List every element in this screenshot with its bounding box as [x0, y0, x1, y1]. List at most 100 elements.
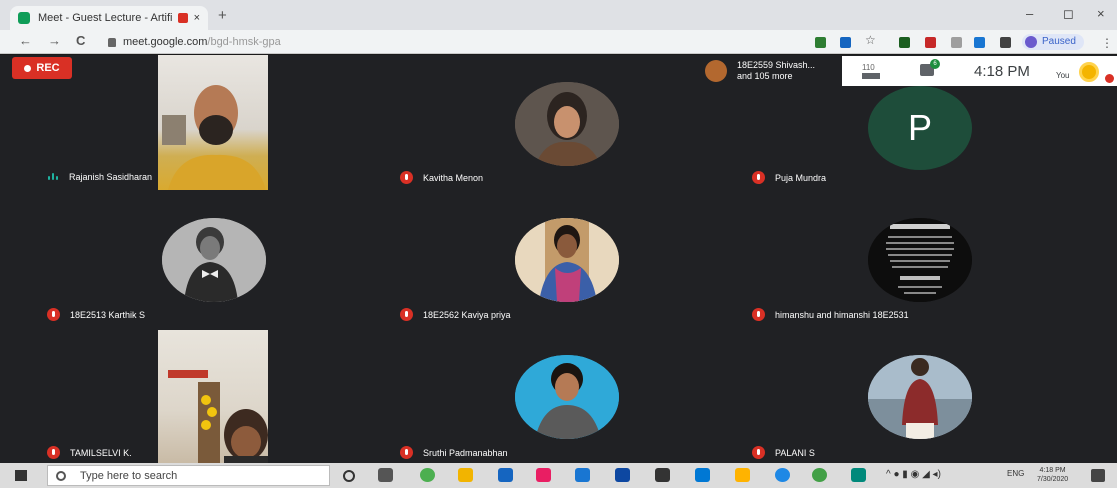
participant-avatar-sruthi[interactable] — [515, 355, 619, 439]
chat-badge: 6 — [930, 59, 940, 69]
task-view-icon[interactable] — [378, 468, 393, 482]
app-icon[interactable] — [536, 468, 551, 482]
extension-icon[interactable] — [840, 37, 851, 48]
viewer-line1: 18E2559 Shivash... — [737, 60, 816, 70]
clock-date: 7/30/2020 — [1037, 476, 1069, 483]
people-button[interactable]: 110 — [862, 63, 880, 82]
mic-off-icon — [47, 446, 60, 459]
tab-audio-icon[interactable] — [177, 13, 188, 23]
chrome-icon[interactable] — [420, 468, 435, 482]
mic-off-icon — [47, 308, 60, 321]
participant-name: Puja Mundra — [775, 172, 827, 183]
app-icon[interactable] — [775, 468, 790, 482]
participant-name: himanshu and himanshi 18E2531 — [775, 309, 909, 320]
taskbar-search-box[interactable]: Type here to search — [47, 465, 330, 486]
store-icon[interactable] — [575, 468, 590, 482]
mail-icon[interactable] — [615, 468, 630, 482]
tray-icons[interactable]: ^ ● ▮ ◉ ◢ ◂) — [886, 469, 941, 480]
participant-avatar-puja[interactable]: P — [868, 86, 972, 170]
extension-icon[interactable] — [951, 37, 962, 48]
whatsapp-icon[interactable] — [812, 468, 827, 482]
meet-top-right-bar: 110 6 4:18 PM You — [842, 56, 1117, 86]
taskbar-clock[interactable]: 4:18 PM 7/30/2020 — [1037, 466, 1068, 484]
recording-badge: REC — [12, 57, 72, 79]
people-icon — [862, 73, 880, 82]
avatar-initial: P — [907, 107, 932, 148]
star-icon[interactable]: ☆ — [865, 33, 876, 47]
file-explorer-icon[interactable] — [458, 468, 473, 482]
search-icon — [56, 470, 66, 481]
mic-off-icon — [752, 171, 765, 184]
participant-avatar-kaviya[interactable] — [515, 218, 619, 302]
extension-icon[interactable] — [815, 37, 826, 48]
input-language[interactable]: ENG — [1007, 469, 1024, 478]
avatar-photo — [515, 355, 619, 439]
app-icon[interactable] — [735, 468, 750, 482]
participant-video-tamilselvi[interactable] — [158, 330, 268, 463]
lock-icon — [108, 37, 116, 47]
tab-close-button[interactable]: × — [194, 12, 200, 24]
record-dot-icon — [24, 64, 32, 72]
participant-label: TAMILSELVI K. — [47, 446, 132, 459]
forward-arrow-icon[interactable]: → — [48, 33, 61, 48]
edge-icon[interactable] — [498, 468, 513, 482]
participant-name: Kavitha Menon — [423, 172, 484, 183]
notification-icon[interactable] — [1091, 469, 1105, 482]
participant-name: TAMILSELVI K. — [70, 447, 132, 458]
profile-paused-button[interactable]: Paused — [1022, 34, 1084, 50]
avatar — [705, 60, 727, 82]
extension-icon[interactable] — [899, 37, 910, 48]
tab-title: Meet - Guest Lecture - Artifi — [38, 12, 172, 24]
mic-off-icon — [752, 446, 765, 459]
screen: Meet - Guest Lecture - Artifi × + – ◻ × … — [0, 0, 1117, 488]
url-path: /bgd-hmsk-gpa — [207, 36, 281, 48]
minimize-button[interactable]: – — [1026, 6, 1033, 21]
app-icon[interactable] — [851, 468, 866, 482]
meet-clock: 4:18 PM — [974, 63, 1030, 80]
participant-avatar-karthik[interactable] — [162, 218, 266, 302]
meet-favicon-icon — [18, 12, 30, 24]
person-figure — [162, 85, 266, 190]
participant-video-rajanish[interactable] — [158, 55, 268, 190]
browser-tab-bar: Meet - Guest Lecture - Artifi × + – ◻ × — [0, 0, 1117, 30]
participant-name: Sruthi Padmanabhan — [423, 447, 508, 458]
participant-label: Rajanish Sasidharan — [47, 171, 152, 183]
browser-toolbar: ← → C meet.google.com /bgd-hmsk-gpa ☆ Pa… — [0, 30, 1117, 54]
rec-label: REC — [36, 62, 60, 74]
app-icon[interactable] — [695, 468, 710, 482]
self-mic-off-icon — [1105, 74, 1114, 83]
participant-avatar-himanshu[interactable] — [868, 218, 972, 302]
maximize-button[interactable]: ◻ — [1063, 6, 1074, 22]
cortana-icon[interactable] — [343, 470, 355, 482]
speaking-icon — [47, 171, 59, 183]
participant-avatar-palani[interactable] — [868, 355, 972, 439]
participant-label: Sruthi Padmanabhan — [400, 446, 508, 459]
participant-name: Rajanish Sasidharan — [69, 172, 153, 182]
participant-label: Kavitha Menon — [400, 171, 483, 184]
avatar-graphic — [868, 218, 972, 302]
mic-off-icon — [400, 171, 413, 184]
windows-taskbar: Type here to search ^ ● ▮ ◉ ◢ ◂) ENG 4:1… — [0, 463, 1117, 488]
participant-name: PALANI S — [775, 447, 815, 458]
participants-preview[interactable]: 18E2559 Shivash... and 105 more — [705, 58, 838, 84]
new-tab-button[interactable]: + — [218, 7, 227, 24]
menu-icon[interactable]: ⋮ — [1101, 36, 1113, 50]
reload-icon[interactable]: C — [76, 33, 85, 48]
window-close-button[interactable]: × — [1097, 6, 1105, 21]
self-avatar[interactable] — [1079, 62, 1099, 82]
avatar-photo — [162, 218, 266, 302]
participant-avatar-kavitha[interactable] — [515, 82, 619, 166]
people-count: 110 — [862, 63, 875, 72]
puzzle-icon[interactable] — [1000, 37, 1011, 48]
browser-tab[interactable]: Meet - Guest Lecture - Artifi × — [10, 6, 208, 30]
extension-icon[interactable] — [974, 37, 985, 48]
app-icon[interactable] — [655, 468, 670, 482]
windows-start-icon[interactable] — [15, 470, 27, 481]
viewer-line2: and 105 more — [737, 71, 793, 81]
address-bar[interactable]: meet.google.com /bgd-hmsk-gpa — [108, 33, 798, 51]
you-label: You — [1056, 71, 1070, 80]
participant-label: PALANI S — [752, 446, 815, 459]
extension-icon[interactable] — [925, 37, 936, 48]
back-arrow-icon[interactable]: ← — [19, 33, 32, 48]
avatar-photo — [868, 355, 972, 439]
